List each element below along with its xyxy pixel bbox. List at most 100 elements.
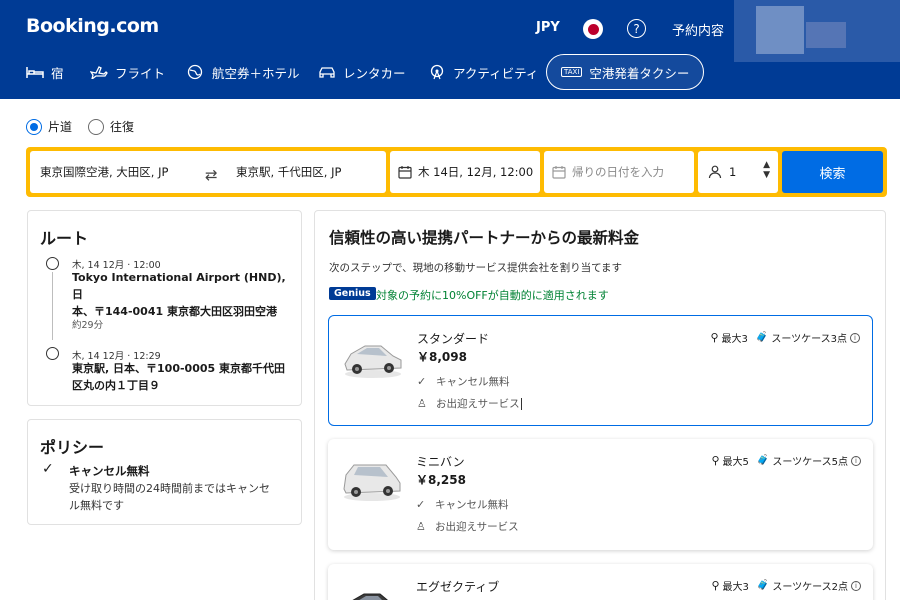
one-way-radio[interactable] [26,118,42,135]
minivan-car-icon [343,464,401,501]
max-passengers: 最大3 [721,334,748,345]
one-way-label[interactable]: 片道 [48,118,72,135]
greeter-icon: ♙ [417,397,427,410]
bed-icon [26,67,44,78]
free-cancellation-feature: ✓ キャンセル無料 [417,375,510,388]
person-icon: ⚲ [711,454,720,467]
max-passengers: 最大5 [722,457,749,468]
policy-title: ポリシー [40,438,105,457]
account-avatar-detail [806,22,846,48]
top-header: Booking.com JPY ? 予約内容 宿 フライト 航空券＋ホテル レン… [0,0,900,99]
plane-icon [90,66,108,79]
results-heading: 信頼性の高い提携パートナーからの最新料金 [329,229,640,247]
nav-airport-taxi[interactable]: TAXI 空港発着タクシー [546,54,705,90]
passenger-count: 1 [729,165,737,179]
calendar-icon [552,166,566,179]
ferris-wheel-icon [430,64,444,80]
trip-type-selector: 片道 往復 [26,118,150,135]
vehicle-capacity: ⚲ 最大5 🧳 スーツケース5点 i [711,453,861,468]
car-icon [319,67,335,78]
person-icon: ⚲ [711,579,720,592]
max-passengers: 最大3 [722,582,749,593]
product-nav: 宿 フライト 航空券＋ホテル レンタカー アクティビティ TAXI 空港発着タク… [0,54,900,90]
check-icon: ✓ [417,375,427,388]
suitcase-icon: 🧳 [756,580,770,591]
info-icon[interactable]: i [851,455,861,466]
vehicle-option-minivan[interactable]: ミニバン ￥8,258 ✓ キャンセル無料 ♙ お出迎えサービス ⚲ 最大5 🧳… [328,439,873,550]
search-button[interactable]: 検索 [782,151,883,193]
policy-item-desc: 受け取り時間の24時間前まではキャンセ ル無料です [69,482,270,512]
dropoff-location-input[interactable]: 東京駅, 千代田区, JP [236,164,341,180]
sedan-car-icon [344,345,402,378]
pickup-location-input[interactable]: 東京国際空港, 大田区, JP [40,164,168,180]
person-icon [708,165,722,179]
return-date-placeholder: 帰りの日付を入力 [572,165,664,179]
vehicle-capacity: ⚲ 最大3 🧳 スーツケース3点 i [710,330,860,345]
free-cancellation-feature: ✓ キャンセル無料 [416,498,509,511]
person-icon: ⚲ [710,331,719,344]
nav-flights[interactable]: フライト [90,54,165,90]
nav-flights-label: フライト [115,65,166,81]
luggage-capacity: スーツケース3点 [771,334,847,345]
swap-icon[interactable]: ⇄ [205,166,218,184]
route-title: ルート [40,229,89,248]
vehicle-name: エグゼクティブ [416,580,500,594]
date-input[interactable]: 木 14日, 12月, 12:00 [390,151,540,193]
nav-flight-hotel-label: 航空券＋ホテル [212,65,300,81]
booking-logo[interactable]: Booking.com [26,15,159,37]
results-subheading: 次のステップで、現地の移動サービス提供会社を割り当てます [329,262,623,274]
stepper-chevron-icon[interactable]: ▲ ▼ [763,160,770,180]
nav-stays-label: 宿 [51,65,64,81]
vehicle-price: ￥8,258 [416,473,466,487]
greeter-icon: ♙ [416,520,426,533]
nav-car-rental[interactable]: レンタカー [318,54,406,90]
luggage-capacity: スーツケース5点 [772,457,848,468]
search-bar: 東京国際空港, 大田区, JP ⇄ 東京駅, 千代田区, JP 木 14日, 1… [26,147,887,197]
check-icon: ✓ [42,461,54,477]
round-trip-radio[interactable] [88,118,105,135]
round-trip-label[interactable]: 往復 [110,118,134,135]
suitcase-icon: 🧳 [756,455,770,466]
route-connector [52,272,53,340]
help-icon[interactable]: ? [627,19,646,38]
location-fields: 東京国際空港, 大田区, JP ⇄ 東京駅, 千代田区, JP [30,151,386,193]
japan-flag-icon[interactable] [583,19,603,39]
taxi-icon: TAXI [561,67,583,77]
luggage-capacity: スーツケース2点 [772,582,848,593]
pickup-dot [46,257,59,270]
vehicle-option-executive[interactable]: エグゼクティブ ⚲ 最大3 🧳 スーツケース2点 i [328,564,873,600]
vehicle-option-standard[interactable]: スタンダード ￥8,098 ✓ キャンセル無料 ♙ お出迎えサービス ⚲ 最大3… [328,315,873,426]
calendar-icon [398,166,412,179]
check-icon: ✓ [416,498,426,511]
nav-activities-label: アクティビティ [453,65,539,81]
policy-item-title: キャンセル無料 [69,464,150,478]
nav-stays[interactable]: 宿 [26,54,64,90]
meet-greet-feature: ♙ お出迎えサービス [417,397,522,410]
executive-car-icon [352,593,388,600]
passenger-selector[interactable]: 1 ▲ ▼ [698,151,778,193]
return-date-input[interactable]: 帰りの日付を入力 [544,151,694,193]
vehicle-price: ￥8,098 [417,350,467,364]
genius-badge: Genius [329,287,376,300]
nav-car-rental-label: レンタカー [343,65,406,81]
info-icon[interactable]: i [850,332,860,343]
genius-discount-text: 対象の予約に10%OFFが自動的に適用されます [376,289,609,302]
date-value: 木 14日, 12月, 12:00 [418,165,534,179]
suitcase-icon: 🧳 [755,332,769,343]
my-bookings-link[interactable]: 予約内容 [672,20,724,39]
account-avatar[interactable] [756,6,804,54]
meet-greet-feature: ♙ お出迎えサービス [416,520,519,533]
nav-activities[interactable]: アクティビティ [428,54,538,90]
route-duration: 約29分 [72,320,104,331]
globe-plane-icon [187,64,203,80]
pickup-place: Tokyo International Airport (HND), 日本、〒1… [72,271,286,318]
nav-flight-hotel[interactable]: 航空券＋ホテル [187,54,300,90]
dropoff-dot [46,347,59,360]
vehicle-capacity: ⚲ 最大3 🧳 スーツケース2点 i [711,578,861,593]
currency-selector[interactable]: JPY [536,20,560,35]
vehicle-name: スタンダード [417,332,490,346]
text-cursor [520,397,522,410]
nav-airport-taxi-label: 空港発着タクシー [589,65,690,81]
vehicle-name: ミニバン [416,455,465,469]
info-icon[interactable]: i [851,580,861,591]
